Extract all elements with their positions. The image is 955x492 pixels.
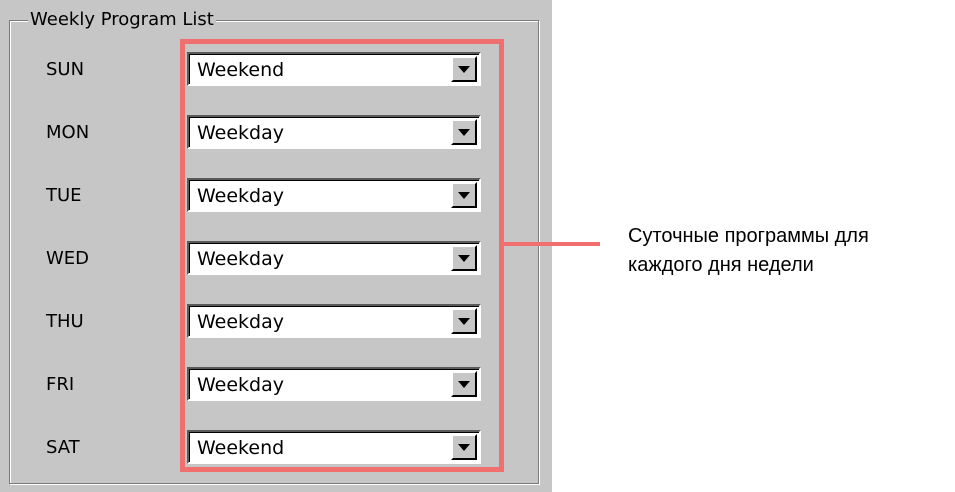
group-title: Weekly Program List <box>28 9 216 31</box>
day-label-mon: MON <box>46 122 90 143</box>
day-label-wed: WED <box>46 248 90 269</box>
day-label-sun: SUN <box>46 59 85 80</box>
day-label-thu: THU <box>46 311 84 332</box>
callout-text: Суточные программы для каждого дня недел… <box>628 222 955 280</box>
callout-line-2: каждого дня недели <box>628 254 814 276</box>
callout-line <box>504 242 600 246</box>
day-label-tue: TUE <box>46 185 82 206</box>
callout-line-1: Суточные программы для <box>628 225 869 247</box>
day-label-sat: SAT <box>46 437 80 458</box>
day-label-fri: FRI <box>46 374 75 395</box>
highlight-frame <box>180 39 504 472</box>
